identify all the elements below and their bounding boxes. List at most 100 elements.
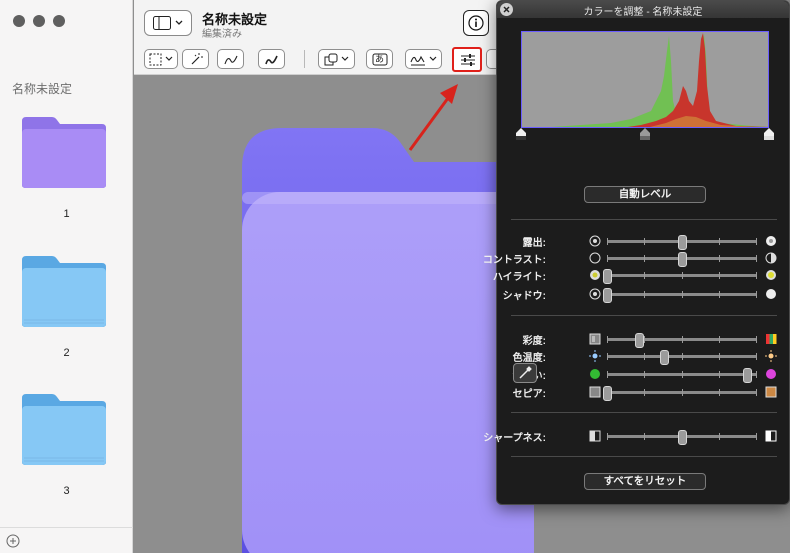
sidebar-toggle-button[interactable]: [144, 10, 192, 36]
adjust-row: 色合い:: [497, 367, 790, 383]
slider-track[interactable]: [607, 333, 757, 348]
sliders-icon: [461, 54, 475, 66]
slider-tick: [756, 255, 757, 262]
sidebar: 名称未設定 1 2 3: [0, 0, 133, 553]
slider-track[interactable]: [607, 368, 757, 383]
slider-track[interactable]: [603, 386, 757, 401]
slider-tick: [644, 255, 646, 262]
slider-tick: [644, 389, 646, 396]
slider-tick: [718, 336, 720, 343]
slider-tick: [644, 336, 646, 343]
folder-image: [242, 128, 534, 553]
sketch-icon: [224, 55, 238, 65]
window-controls: [13, 15, 65, 27]
slider-track[interactable]: [607, 252, 757, 267]
close-window-button[interactable]: [13, 15, 25, 27]
shadow-high-icon: [766, 289, 776, 299]
text-tool[interactable]: あ: [366, 49, 393, 69]
slider-tick: [756, 336, 757, 343]
slider-track[interactable]: [607, 350, 757, 365]
slider-tick: [718, 238, 720, 245]
page-thumbnail-label: 2: [63, 347, 70, 359]
slider-knob[interactable]: [603, 269, 612, 284]
page-thumbnail-3[interactable]: [20, 392, 108, 466]
page-thumbnail-label: 3: [63, 485, 70, 497]
shapes-icon: [324, 53, 349, 66]
slider-knob[interactable]: [634, 333, 644, 348]
slider-tick: [756, 371, 757, 378]
sharpness-high-icon: [765, 430, 777, 442]
auto-levels-button[interactable]: 自動レベル: [584, 186, 706, 203]
sidebar-title: 名称未設定: [12, 82, 73, 96]
page-thumbnail-1[interactable]: [20, 115, 108, 189]
info-icon: [468, 15, 484, 31]
slider-track[interactable]: [603, 288, 757, 303]
black-point-handle[interactable]: [516, 128, 526, 140]
adjust-row: コントラスト:: [483, 251, 790, 267]
adjust-color-button[interactable]: [452, 47, 482, 72]
slider-tick: [718, 291, 720, 298]
adjust-row: 色温度:: [497, 349, 790, 365]
eyedropper-icon: [519, 366, 532, 379]
panel-titlebar: カラーを調整 - 名称未設定: [497, 1, 789, 18]
slider-track[interactable]: [603, 269, 757, 284]
sidebar-icon: [153, 16, 183, 30]
adjust-row-label: 色温度:: [512, 353, 546, 364]
slider-tick: [718, 353, 720, 360]
divider: [511, 315, 777, 316]
shapes-tool[interactable]: [318, 49, 355, 69]
slider-tick: [644, 272, 646, 279]
white-point-handle[interactable]: [764, 128, 774, 140]
slider-tick: [718, 272, 720, 279]
adjust-row-label: シャープネス:: [483, 433, 546, 444]
adjust-row: シャープネス:: [483, 429, 790, 445]
reset-all-button[interactable]: すべてをリセット: [584, 473, 706, 490]
divider: [511, 412, 777, 413]
sharpness-low-icon: [589, 430, 601, 442]
divider: [511, 456, 777, 457]
page-thumbnail-2[interactable]: [20, 254, 108, 328]
adjust-row-label: 露出:: [522, 238, 546, 249]
slider-knob[interactable]: [603, 386, 612, 401]
slider-knob[interactable]: [603, 288, 612, 303]
shadow-low-icon: [589, 288, 601, 300]
slider-knob[interactable]: [742, 368, 752, 383]
text-tool-glyph: あ: [375, 54, 385, 64]
signature-icon: [410, 55, 437, 66]
slider-tick: [718, 371, 720, 378]
add-page-icon[interactable]: [6, 534, 20, 548]
adjust-row: セピア:: [497, 385, 790, 401]
saturation-high-icon: [766, 334, 777, 344]
slider-tick: [607, 353, 608, 360]
divider: [511, 219, 777, 220]
rectangular-selection-tool[interactable]: [144, 49, 178, 69]
adjust-color-panel: カラーを調整 - 名称未設定 自動レベル 露出: コントラスト: ハイライト: シャド…: [483, 0, 790, 505]
slider-tick: [718, 433, 720, 440]
slider-tick: [756, 353, 757, 360]
contrast-high-icon: [765, 252, 777, 264]
draw-tool[interactable]: [258, 49, 285, 69]
info-button[interactable]: [463, 10, 489, 36]
draw-icon: [265, 55, 278, 65]
slider-knob[interactable]: [678, 235, 687, 250]
magic-wand-icon: [191, 53, 203, 65]
midtone-handle[interactable]: [640, 128, 650, 140]
tint-green-icon: [590, 369, 600, 379]
signature-tool[interactable]: [405, 49, 442, 69]
minimize-window-button[interactable]: [33, 15, 45, 27]
slider-knob[interactable]: [678, 252, 687, 267]
slider-tick: [756, 272, 757, 279]
slider-knob[interactable]: [678, 430, 687, 445]
slider-tick: [756, 238, 757, 245]
adjust-row: 彩度:: [497, 332, 790, 348]
slider-track[interactable]: [607, 430, 757, 445]
slider-track[interactable]: [607, 235, 757, 250]
instant-alpha-tool[interactable]: [182, 49, 209, 69]
zoom-window-button[interactable]: [53, 15, 65, 27]
slider-tick: [756, 291, 757, 298]
sketch-tool[interactable]: [217, 49, 244, 69]
histogram: [521, 31, 769, 128]
slider-knob[interactable]: [660, 350, 669, 365]
eyedropper-button[interactable]: [513, 363, 537, 383]
slider-tick: [681, 389, 683, 396]
